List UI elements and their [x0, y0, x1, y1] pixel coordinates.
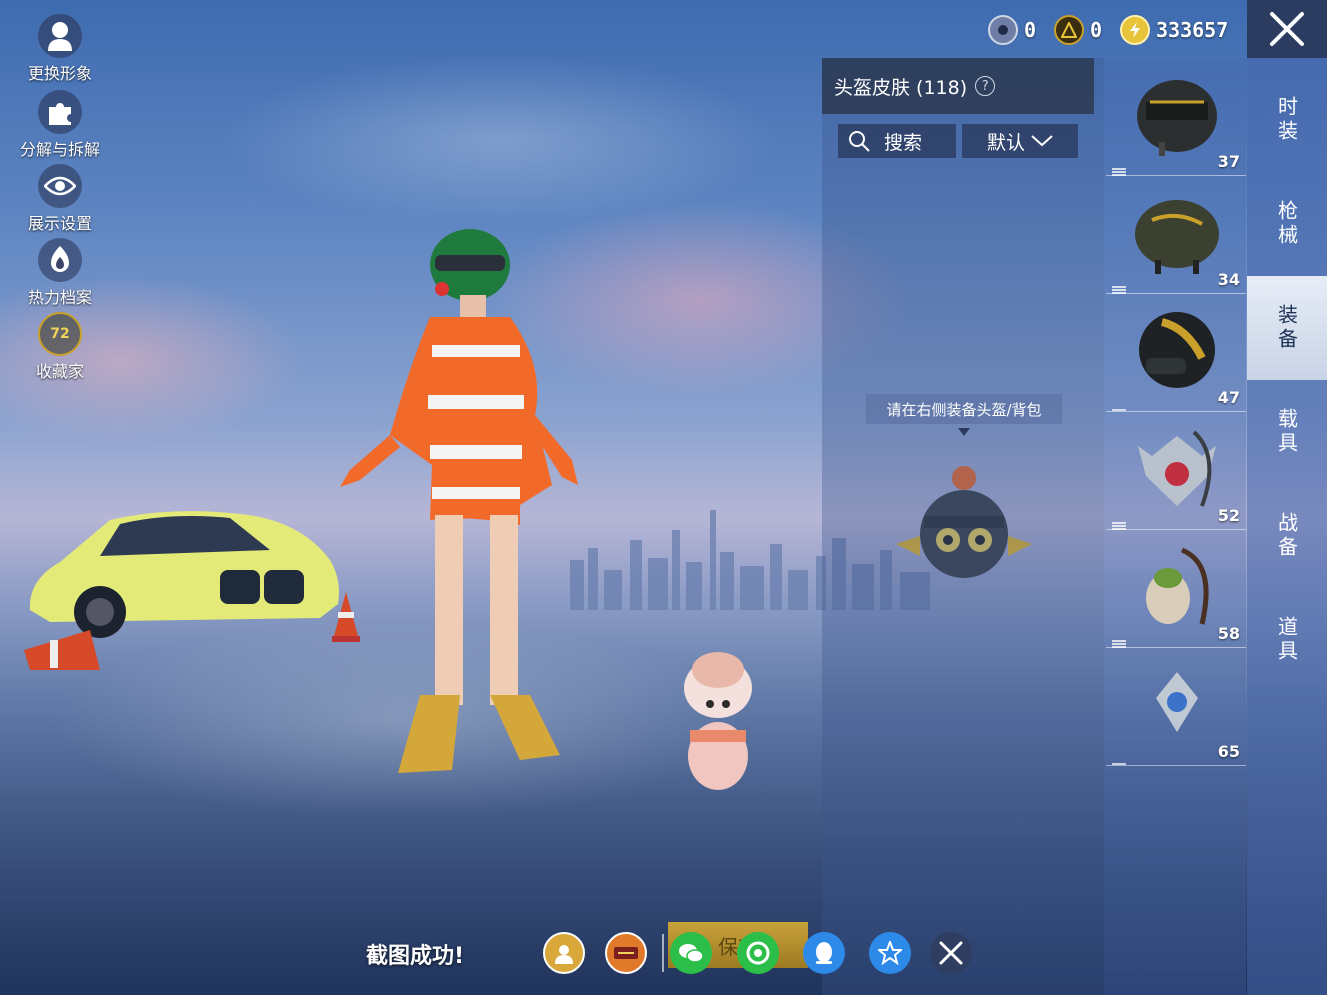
camo-helmet-icon	[1135, 200, 1219, 274]
flame-icon	[38, 238, 82, 282]
sort-dropdown[interactable]: 默认	[962, 124, 1078, 158]
menu-label: 分解与拆解	[19, 140, 100, 159]
tab-vehicles[interactable]: 载具	[1247, 380, 1327, 484]
item-slot[interactable]: 65	[1106, 648, 1246, 766]
item-count: 34	[1217, 270, 1240, 289]
wechat-share-button[interactable]	[670, 932, 712, 974]
level3-helmet-icon	[1137, 80, 1217, 156]
search-label: 搜索	[884, 131, 923, 154]
decompose-button[interactable]: 分解与拆解	[14, 90, 106, 160]
currency-bp: 333657	[1120, 12, 1228, 48]
currency-silver: 0	[988, 12, 1036, 48]
share-divider	[662, 934, 664, 972]
qzone-icon	[878, 941, 902, 965]
item-slot[interactable]: 52	[1106, 412, 1246, 530]
wing-backpack-icon	[1138, 430, 1216, 507]
moto-helmet-icon	[1139, 312, 1215, 388]
menu-label: 更换形象	[27, 64, 92, 83]
pet-companion	[684, 652, 752, 790]
item-slot[interactable]: 34	[1106, 176, 1246, 294]
change-avatar-button[interactable]: 更换形象	[14, 14, 106, 84]
currency-value: 0	[1024, 18, 1037, 42]
help-icon[interactable]: ?	[975, 76, 996, 96]
item-slot[interactable]: 37	[1106, 58, 1246, 176]
eye-icon	[38, 164, 82, 208]
wechat-icon	[679, 944, 704, 963]
collector-badge-icon: 72	[38, 312, 82, 356]
item-count: 52	[1217, 506, 1240, 525]
display-settings-button[interactable]: 展示设置	[14, 164, 106, 234]
game-logo-icon	[614, 947, 638, 959]
plush-backpack-icon	[1146, 547, 1209, 625]
item-count: 65	[1217, 742, 1240, 761]
skin-panel-title: 头盔皮肤 (118)	[834, 76, 968, 99]
player-character	[340, 229, 578, 773]
screenshot-success-toast: 截图成功!	[366, 944, 465, 969]
hint-arrow-icon	[958, 428, 970, 436]
search-icon	[849, 131, 870, 152]
qzone-share-button[interactable]	[869, 932, 911, 974]
skin-panel-header: 头盔皮肤 (118) ?	[822, 58, 1094, 114]
tab-items[interactable]: 道具	[1247, 588, 1327, 692]
qq-icon	[816, 942, 832, 964]
drag-handle-icon	[1112, 397, 1126, 411]
chevron-down-icon	[1031, 135, 1053, 147]
category-tabs: 时装 枪械 装备 载具 战备 道具	[1247, 58, 1327, 995]
avatar-icon	[38, 14, 82, 58]
close-button[interactable]	[1247, 0, 1327, 58]
silver-coin-icon	[988, 15, 1018, 45]
equipment-item-list: 37 34 47 52 58 65	[1104, 58, 1246, 995]
collector-button[interactable]: 72 收藏家	[14, 312, 106, 382]
ag-coin-icon	[1054, 15, 1084, 45]
close-share-icon	[939, 941, 963, 965]
profile-share-icon	[555, 945, 573, 964]
equip-hint: 请在右侧装备头盔/背包	[866, 394, 1062, 424]
sort-label: 默认	[986, 131, 1025, 154]
currency-value: 333657	[1156, 18, 1229, 42]
search-button[interactable]: 搜索	[838, 124, 956, 158]
drag-handle-icon	[1112, 161, 1126, 176]
item-slot[interactable]: 47	[1106, 294, 1246, 412]
item-count: 58	[1217, 624, 1240, 643]
drag-handle-icon	[1112, 515, 1126, 530]
bp-coin-icon	[1120, 15, 1150, 45]
menu-label: 展示设置	[27, 214, 92, 233]
heat-profile-button[interactable]: 热力档案	[14, 238, 106, 308]
qq-share-button[interactable]	[803, 932, 845, 974]
item-count: 47	[1217, 388, 1240, 407]
drag-handle-icon	[1112, 279, 1126, 294]
close-share-button[interactable]	[930, 932, 972, 974]
profile-share-button[interactable]	[543, 932, 585, 974]
helmet-skin-panel: 头盔皮肤 (118) ? 搜索 默认 请在右侧装备头盔/背包	[822, 58, 1104, 995]
item-slot[interactable]: 58	[1106, 530, 1246, 648]
tab-guns[interactable]: 枪械	[1247, 172, 1327, 276]
tab-equipment[interactable]: 装备	[1247, 276, 1327, 380]
item-count: 37	[1217, 152, 1240, 171]
menu-label: 热力档案	[27, 288, 92, 307]
moments-icon	[746, 941, 770, 965]
tab-fashion[interactable]: 时装	[1247, 68, 1327, 172]
pendant-icon	[1156, 672, 1198, 732]
close-icon	[1270, 12, 1304, 46]
game-logo-share-button[interactable]	[605, 932, 647, 974]
drag-handle-icon	[1112, 633, 1126, 648]
drag-handle-icon	[1112, 751, 1126, 765]
currency-value: 0	[1090, 18, 1103, 42]
moments-share-button[interactable]	[737, 932, 779, 974]
puzzle-icon	[38, 90, 82, 134]
menu-label: 收藏家	[35, 362, 84, 381]
traffic-cone	[24, 630, 100, 670]
currency-ag: 0	[1054, 12, 1102, 48]
tab-supplies[interactable]: 战备	[1247, 484, 1327, 588]
